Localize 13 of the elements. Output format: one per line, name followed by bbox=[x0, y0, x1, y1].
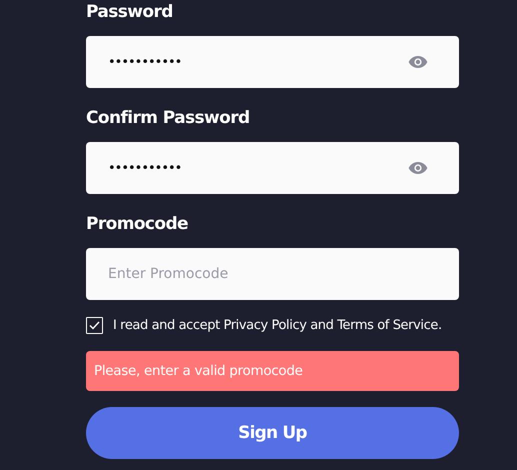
eye-icon[interactable] bbox=[408, 161, 428, 175]
field-label: Promocode bbox=[86, 213, 189, 235]
checkbox[interactable] bbox=[86, 317, 103, 334]
field-label: Password bbox=[86, 1, 174, 23]
eye-icon[interactable] bbox=[408, 55, 428, 69]
check-icon bbox=[89, 321, 100, 330]
field-label: Confirm Password bbox=[86, 107, 251, 129]
password-field[interactable]: ••••••••••• bbox=[86, 36, 459, 88]
error-message: Please, enter a valid promocode bbox=[86, 351, 459, 391]
consent-text: I read and accept Privacy Policy and Terms of Service. bbox=[113, 318, 442, 333]
password-field[interactable]: ••••••••••• bbox=[86, 142, 459, 194]
sign-up-button[interactable]: Sign Up bbox=[86, 407, 459, 459]
input-field[interactable]: Enter Promocode bbox=[86, 248, 459, 300]
